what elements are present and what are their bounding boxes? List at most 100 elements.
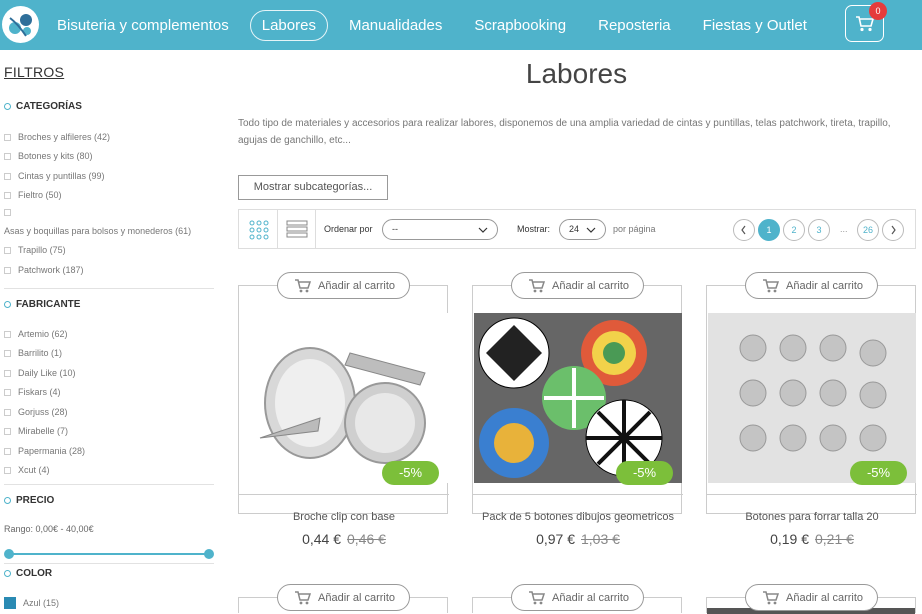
list-view-button[interactable] [278, 210, 316, 248]
cart-button[interactable]: 0 [845, 2, 887, 42]
divider [473, 494, 683, 495]
cart-icon [529, 279, 546, 293]
filter-option[interactable]: Broches y alfileres (42) [4, 132, 110, 142]
list-icon [286, 220, 308, 238]
checkbox[interactable] [4, 466, 11, 474]
nav-item-manualidades[interactable]: Manualidades [338, 11, 453, 40]
filter-option[interactable]: Barrilito (1) [4, 348, 62, 358]
filter-option[interactable]: Xcut (4) [4, 465, 50, 475]
checkbox[interactable] [4, 209, 11, 216]
show-label: Mostrar: [517, 224, 551, 234]
category-description: Todo tipo de materiales y accesorios par… [238, 118, 891, 146]
product-card[interactable]: -5% Broche clip con base 0,44 €0,46 € [238, 285, 449, 547]
discount-badge: -5% [616, 461, 673, 485]
page-26-button[interactable]: 26 [857, 219, 879, 241]
categories-heading[interactable]: CATEGORÍAS [4, 101, 82, 112]
logo[interactable] [2, 6, 39, 43]
add-to-cart-button[interactable]: Añadir al carrito [511, 584, 645, 611]
checkbox[interactable] [4, 447, 11, 455]
add-to-cart-button[interactable]: Añadir al carrito [745, 272, 879, 299]
filter-option[interactable]: Papermania (28) [4, 446, 85, 456]
divider [4, 563, 214, 564]
checkbox[interactable] [4, 349, 11, 357]
filter-option[interactable]: Fiskars (4) [4, 387, 61, 397]
circle-icon [4, 301, 11, 308]
price-range-slider[interactable] [4, 549, 214, 559]
cart-icon [295, 591, 312, 605]
add-to-cart-button[interactable]: Añadir al carrito [745, 584, 879, 611]
product-image[interactable] [474, 313, 682, 483]
slider-min-handle[interactable] [4, 549, 14, 559]
chevron-down-icon [478, 227, 488, 233]
show-subcategories-button[interactable]: Mostrar subcategorías... [238, 175, 388, 200]
cart-icon [295, 279, 312, 293]
checkbox[interactable] [4, 330, 11, 338]
page-2-button[interactable]: 2 [783, 219, 805, 241]
nav-item-labores[interactable]: Labores [249, 9, 328, 41]
product-image[interactable] [240, 313, 448, 483]
per-page-select[interactable]: 24 [559, 219, 606, 240]
divider [4, 484, 214, 485]
color-option[interactable]: Azul (15) [4, 597, 59, 609]
page-title: Labores [525, 58, 628, 89]
add-to-cart-button[interactable]: Añadir al carrito [511, 272, 645, 299]
checkbox[interactable] [4, 246, 11, 254]
filter-option[interactable] [4, 209, 18, 216]
product-name[interactable]: Broche clip con base [239, 511, 449, 523]
product-price: 0,97 €1,03 € [536, 531, 620, 547]
checkbox[interactable] [4, 172, 11, 180]
checkbox[interactable] [4, 388, 11, 396]
filter-option[interactable]: Fieltro (50) [4, 190, 62, 200]
product-price: 0,44 €0,46 € [302, 531, 386, 547]
nav-item-bisuteria[interactable]: Bisuteria y complementos [46, 11, 240, 40]
filters-heading[interactable]: FILTROS [4, 64, 64, 80]
grid-icon [249, 220, 269, 240]
filter-option[interactable]: Cintas y puntillas (99) [4, 171, 105, 181]
divider [239, 494, 449, 495]
checkbox[interactable] [4, 427, 11, 435]
prev-page-button[interactable] [733, 219, 755, 241]
circle-icon [4, 103, 11, 110]
filter-option[interactable]: Trapillo (75) [4, 245, 66, 255]
nav-item-reposteria[interactable]: Reposteria [587, 11, 682, 40]
page-1-button[interactable]: 1 [758, 219, 780, 241]
checkbox[interactable] [4, 152, 11, 160]
discount-badge: -5% [850, 461, 907, 485]
checkbox[interactable] [4, 133, 11, 141]
slider-max-handle[interactable] [204, 549, 214, 559]
checkbox[interactable] [4, 369, 11, 377]
nav-item-scrapbooking[interactable]: Scrapbooking [463, 11, 577, 40]
filter-option[interactable]: Daily Like (10) [4, 368, 76, 378]
divider [707, 494, 917, 495]
grid-view-button[interactable] [239, 210, 278, 248]
order-by-select[interactable]: -- [382, 219, 498, 240]
product-card[interactable]: -5% Botones para forrar talla 20 0,19 €0… [706, 285, 917, 547]
add-to-cart-button[interactable]: Añadir al carrito [277, 584, 411, 611]
product-card[interactable]: -5% Pack de 5 botones dibujos geometrico… [472, 285, 683, 547]
filter-option[interactable]: Artemio (62) [4, 329, 68, 339]
filter-option[interactable]: Botones y kits (80) [4, 151, 93, 161]
filter-option-label[interactable]: Asas y boquillas para bolsos y monederos… [4, 226, 191, 236]
price-heading[interactable]: PRECIO [4, 495, 54, 506]
divider [4, 288, 214, 289]
product-name[interactable]: Pack de 5 botones dibujos geometricos [473, 511, 683, 523]
color-heading[interactable]: COLOR [4, 568, 52, 579]
page-3-button[interactable]: 3 [808, 219, 830, 241]
nav-item-fiestas[interactable]: Fiestas y Outlet [692, 11, 818, 40]
product-price: 0,19 €0,21 € [770, 531, 854, 547]
checkbox[interactable] [4, 191, 11, 199]
filter-option[interactable]: Mirabelle (7) [4, 426, 68, 436]
color-swatch[interactable] [4, 597, 16, 609]
filter-option[interactable]: Gorjuss (28) [4, 407, 68, 417]
cart-icon [763, 279, 780, 293]
checkbox[interactable] [4, 408, 11, 416]
next-page-button[interactable] [882, 219, 904, 241]
add-to-cart-button[interactable]: Añadir al carrito [277, 272, 411, 299]
chevron-right-icon [891, 225, 896, 235]
checkbox[interactable] [4, 266, 11, 274]
product-name[interactable]: Botones para forrar talla 20 [707, 511, 917, 523]
discount-badge: -5% [382, 461, 439, 485]
filter-option[interactable]: Patchwork (187) [4, 265, 84, 275]
manufacturer-heading[interactable]: FABRICANTE [4, 299, 80, 310]
product-image[interactable] [708, 313, 916, 483]
